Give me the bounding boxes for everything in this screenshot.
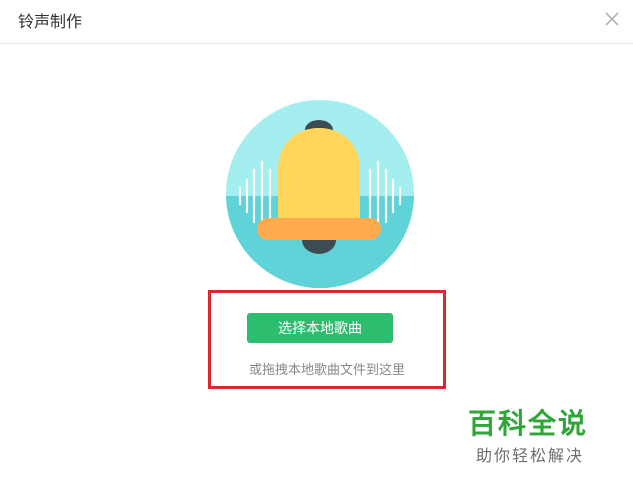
watermark-title: 百科全说 (468, 408, 589, 439)
window-title: 铃声制作 (18, 14, 83, 31)
select-local-song-button[interactable]: 选择本地歌曲 (247, 313, 393, 343)
watermark-subtitle: 助你轻松解决 (476, 448, 585, 465)
drop-hint: 或拖拽本地歌曲文件到这里 (248, 362, 405, 377)
title-bar: 铃声制作 (0, 0, 633, 44)
bell-icon (226, 100, 414, 288)
close-icon[interactable] (603, 10, 621, 28)
watermark: 百科全说 助你轻松解决 (468, 408, 588, 466)
